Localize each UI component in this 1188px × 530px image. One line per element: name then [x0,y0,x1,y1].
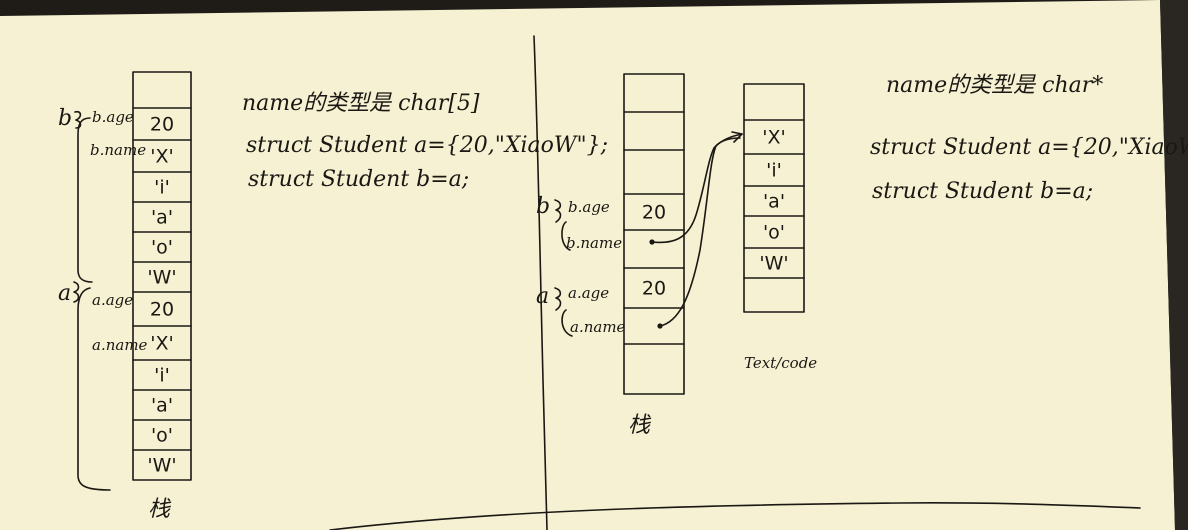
left-a-name-label: a.name [92,336,148,354]
right-stack-title: 栈 [628,413,652,438]
right-b-brace-label: b [536,194,550,219]
right-code-line-2: struct Student a={20,"XiaoW"}; [870,135,1188,160]
left-stack-cell: 20 [150,114,174,136]
right-a-brace-label: a [536,284,549,309]
left-stack-cell: 'W' [147,267,176,289]
right-b-name-label: b.name [566,234,622,252]
left-code-line-1: name的类型是 char[5] [242,91,480,116]
text-stack-cell: 'W' [759,253,788,275]
right-b-age-label: b.age [568,198,610,216]
right-a-name-label: a.name [570,318,626,336]
left-b-age-label: b.age [92,108,134,126]
left-stack-cell: 20 [150,299,174,321]
right-a-age-label: a.age [568,284,609,302]
left-stack-cell: 'o' [151,237,173,259]
right-code-line-1: name的类型是 char* [886,73,1103,98]
right-stack-cell: 20 [642,278,666,300]
photo-of-paper: 20 'X' 'i' 'a' 'o' 'W' 20 'X' 'i' 'a' 'o' 'W' b b.a… [0,0,1188,530]
left-stack-cell: 'i' [154,365,170,387]
text-stack-cell: 'X' [762,127,785,149]
left-b-name-label: b.name [90,141,146,159]
left-stack-cell: 'i' [154,177,170,199]
text-stack-cell: 'a' [763,191,785,213]
left-stack-cell: 'X' [150,333,173,355]
left-stack-title: 栈 [148,497,172,522]
left-stack-cell: 'a' [151,395,173,417]
left-a-brace-label: a [58,281,71,306]
text-stack-cell: 'o' [763,222,785,244]
left-a-age-label: a.age [92,291,133,309]
left-b-brace-label: b [58,106,72,131]
left-stack-cell: 'a' [151,207,173,229]
right-code-line-3: struct Student b=a; [872,179,1093,204]
left-code-line-2: struct Student a={20,"XiaoW"}; [246,133,608,158]
left-stack-cell: 'X' [150,146,173,168]
hand-drawn-diagram: 20 'X' 'i' 'a' 'o' 'W' 20 'X' 'i' 'a' 'o' 'W' b b.a… [0,0,1188,530]
left-stack-cell: 'o' [151,425,173,447]
right-stack-cell: 20 [642,202,666,224]
left-stack-cell: 'W' [147,455,176,477]
left-code-line-3: struct Student b=a; [248,167,469,192]
text-stack-cell: 'i' [766,160,782,182]
text-code-title: Text/code [744,354,817,372]
